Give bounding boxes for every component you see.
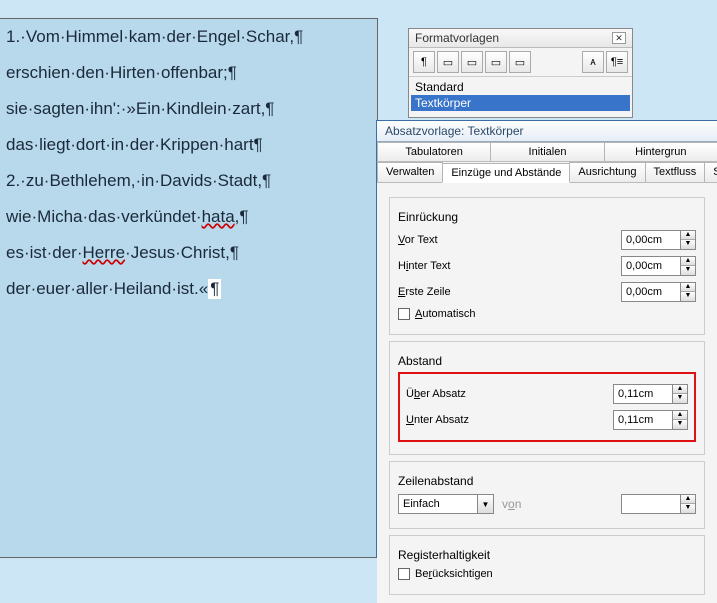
spin-down-icon: ▼: [681, 504, 695, 513]
spin-up-icon[interactable]: ▲: [681, 231, 695, 240]
spin-up-icon[interactable]: ▲: [673, 411, 687, 420]
tab-textfluss[interactable]: Textfluss: [645, 162, 706, 182]
group-label-abstand: Abstand: [398, 354, 696, 368]
spin-up-icon: ▲: [681, 495, 695, 504]
group-label-einrueckung: Einrückung: [398, 210, 696, 224]
close-icon[interactable]: ✕: [612, 32, 626, 44]
style-item-textkoerper[interactable]: Textkörper: [411, 95, 630, 111]
tab-verwalten[interactable]: Verwalten: [377, 162, 443, 182]
checkbox-icon[interactable]: [398, 568, 410, 580]
label-vor-text: Vor Text: [398, 234, 508, 246]
spin-down-icon[interactable]: ▼: [681, 292, 695, 301]
fill-format-icon[interactable]: ᴀ: [582, 51, 604, 73]
label-erste-zeile: Erste Zeile: [398, 286, 508, 298]
text-line[interactable]: der·euer·aller·Heiland·ist.«¶: [0, 271, 377, 307]
text-line[interactable]: sie·sagten·ihn':·»Ein·Kindlein·zart,¶: [0, 91, 377, 127]
checkbox-icon[interactable]: [398, 308, 410, 320]
spin-up-icon[interactable]: ▲: [681, 257, 695, 266]
spellcheck-word[interactable]: hata: [202, 207, 235, 226]
tab-hintergrund[interactable]: Hintergrun: [604, 142, 717, 161]
spin-down-icon[interactable]: ▼: [673, 394, 687, 403]
group-abstand: Abstand Über Absatz ▲▼ Unter Absatz: [389, 341, 705, 455]
dialog-body: Einrückung Vor Text ▲▼ Hinter Text ▲▼: [377, 183, 717, 603]
tab-ausrichtung[interactable]: Ausrichtung: [569, 162, 645, 182]
group-label-zeilenabstand: Zeilenabstand: [398, 474, 696, 488]
spinner-von: ▲▼: [621, 494, 696, 514]
document-area[interactable]: 1.·Vom·Himmel·kam·der·Engel·Schar,¶ ersc…: [0, 18, 378, 558]
group-zeilenabstand: Zeilenabstand ▼ von ▲▼: [389, 461, 705, 529]
spellcheck-word[interactable]: Herre: [83, 243, 126, 262]
frame-styles-icon[interactable]: ▭: [461, 51, 483, 73]
spin-down-icon[interactable]: ▼: [681, 240, 695, 249]
text-line[interactable]: 2.·zu·Bethlehem,·in·Davids·Stadt,¶: [0, 163, 377, 199]
label-hinter-text: Hinter Text: [398, 260, 508, 272]
tab-einzuege[interactable]: Einzüge und Abstände: [442, 163, 570, 183]
text-line[interactable]: wie·Micha·das·verkündet·hata,¶: [0, 199, 377, 235]
group-einrueckung: Einrückung Vor Text ▲▼ Hinter Text ▲▼: [389, 197, 705, 335]
styles-panel: Formatvorlagen ✕ ¶ ▭ ▭ ▭ ▭ ᴀ ¶≡ Standard…: [408, 28, 633, 118]
label-ueber-absatz: Über Absatz: [406, 388, 516, 400]
text-line[interactable]: es·ist·der·Herre·Jesus·Christ,¶: [0, 235, 377, 271]
paragraph-styles-icon[interactable]: ¶: [413, 51, 435, 73]
spin-up-icon[interactable]: ▲: [673, 385, 687, 394]
tab-initialen[interactable]: Initialen: [490, 142, 604, 161]
spinner-hinter-text[interactable]: ▲▼: [621, 256, 696, 276]
group-register: Registerhaltigkeit Berücksichtigen: [389, 535, 705, 595]
text-line[interactable]: das·liegt·dort·in·der·Krippen·hart¶: [0, 127, 377, 163]
new-style-icon[interactable]: ¶≡: [606, 51, 628, 73]
spin-down-icon[interactable]: ▼: [673, 420, 687, 429]
spin-up-icon[interactable]: ▲: [681, 283, 695, 292]
styles-list[interactable]: Standard Textkörper: [409, 77, 632, 113]
style-item-standard[interactable]: Standard: [411, 79, 630, 95]
dialog-title: Absatzvorlage: Textkörper: [377, 121, 717, 142]
styles-toolbar: ¶ ▭ ▭ ▭ ▭ ᴀ ¶≡: [409, 48, 632, 77]
spin-down-icon[interactable]: ▼: [681, 266, 695, 275]
checkbox-beruecksichtigen[interactable]: Berücksichtigen: [398, 568, 493, 580]
tab-row-top: Tabulatoren Initialen Hintergrun: [377, 142, 717, 162]
tab-schrift[interactable]: Sch: [704, 162, 717, 182]
tab-row-bottom: Verwalten Einzüge und Abstände Ausrichtu…: [377, 162, 717, 183]
list-styles-icon[interactable]: ▭: [509, 51, 531, 73]
tab-tabulatoren[interactable]: Tabulatoren: [377, 142, 491, 161]
text-line[interactable]: erschien·den·Hirten·offenbar;¶: [0, 55, 377, 91]
combo-zeilenabstand[interactable]: ▼: [398, 494, 494, 514]
spinner-erste-zeile[interactable]: ▲▼: [621, 282, 696, 302]
spinner-unter-absatz[interactable]: ▲▼: [613, 410, 688, 430]
highlight-box: Über Absatz ▲▼ Unter Absatz ▲▼: [398, 372, 696, 442]
char-styles-icon[interactable]: ▭: [437, 51, 459, 73]
styles-panel-title: Formatvorlagen ✕: [409, 29, 632, 48]
page-styles-icon[interactable]: ▭: [485, 51, 507, 73]
group-label-register: Registerhaltigkeit: [398, 548, 696, 562]
label-von: von: [502, 497, 521, 511]
spinner-vor-text[interactable]: ▲▼: [621, 230, 696, 250]
text-line[interactable]: 1.·Vom·Himmel·kam·der·Engel·Schar,¶: [0, 19, 377, 55]
label-unter-absatz: Unter Absatz: [406, 414, 516, 426]
checkbox-automatisch[interactable]: Automatisch: [398, 308, 476, 320]
spinner-ueber-absatz[interactable]: ▲▼: [613, 384, 688, 404]
paragraph-style-dialog: Absatzvorlage: Textkörper Tabulatoren In…: [376, 120, 717, 558]
chevron-down-icon[interactable]: ▼: [478, 494, 494, 514]
